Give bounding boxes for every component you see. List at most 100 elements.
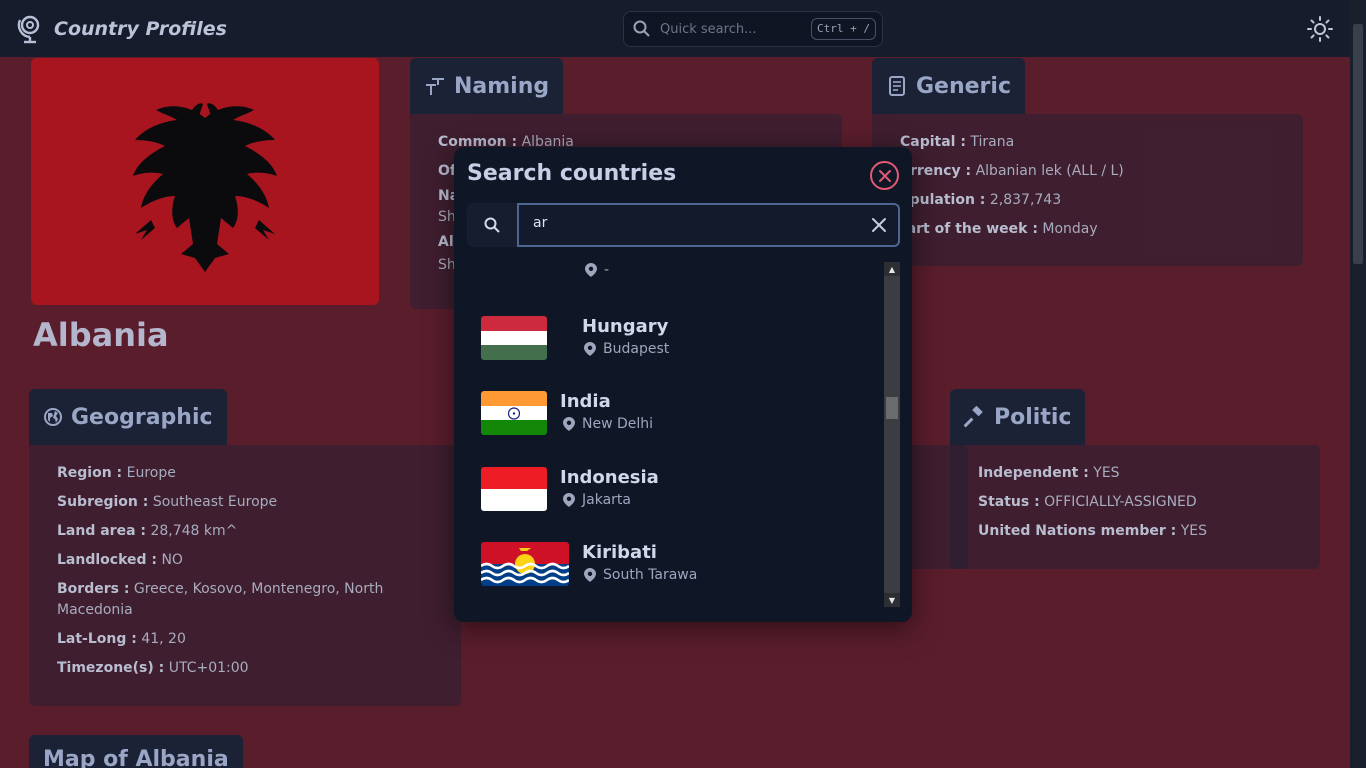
geographic-row-value: NO bbox=[161, 552, 183, 568]
results-scrollbar-thumb[interactable] bbox=[886, 397, 898, 419]
tab-map-label: Map of Albania bbox=[43, 747, 229, 768]
result-capital: South Tarawa bbox=[584, 567, 697, 583]
quick-search-placeholder: Quick search... bbox=[660, 21, 757, 37]
geographic-row-value: Europe bbox=[126, 465, 176, 481]
close-icon bbox=[878, 169, 891, 182]
geographic-row-value: UTC+01:00 bbox=[168, 660, 249, 676]
list-item[interactable]: India New Delhi bbox=[467, 383, 867, 445]
tab-geographic-label: Geographic bbox=[71, 404, 213, 430]
politic-card: Independent : YES Status : OFFICIALLY-AS… bbox=[950, 445, 1320, 569]
result-capital-text: South Tarawa bbox=[603, 567, 698, 583]
tab-generic-label: Generic bbox=[916, 73, 1011, 99]
result-name: Kiribati bbox=[582, 542, 657, 563]
politic-row: Independent : YES bbox=[978, 459, 1292, 488]
india-flag bbox=[481, 391, 547, 435]
generic-row-value: Monday bbox=[1042, 221, 1098, 237]
generic-row: opulation : 2,837,743 bbox=[900, 186, 1275, 215]
list-item[interactable]: - bbox=[467, 262, 867, 284]
tab-generic: Generic bbox=[872, 58, 1025, 114]
quick-search-button[interactable]: Quick search... Ctrl + / bbox=[623, 11, 883, 47]
tab-politic: Politic bbox=[950, 389, 1086, 445]
geographic-row-label: Land area : bbox=[57, 523, 146, 539]
sun-icon[interactable] bbox=[1306, 15, 1334, 43]
geographic-row-label: Timezone(s) : bbox=[57, 660, 165, 676]
politic-row-value: YES bbox=[1180, 523, 1207, 539]
top-header: Country Profiles Quick search... Ctrl + … bbox=[0, 0, 1350, 57]
geographic-row: Subregion : Southeast Europe bbox=[57, 488, 433, 517]
country-search-field[interactable] bbox=[517, 203, 900, 247]
location-pin-icon bbox=[563, 493, 575, 507]
politic-row-label: Status : bbox=[978, 494, 1040, 510]
result-capital-text: Budapest bbox=[603, 341, 670, 357]
country-search-input[interactable] bbox=[533, 215, 853, 231]
search-results-list[interactable]: - Hungary Budapest India New Delhi Indon… bbox=[467, 262, 900, 607]
generic-row-label: opulation : bbox=[900, 192, 986, 208]
geographic-row: Lat-Long : 41, 20 bbox=[57, 625, 433, 654]
politic-row-value: OFFICIALLY-ASSIGNED bbox=[1044, 494, 1197, 510]
text-format-icon bbox=[426, 78, 444, 95]
modal-title: Search countries bbox=[467, 161, 677, 186]
result-capital: Budapest bbox=[584, 341, 669, 357]
kiribati-flag-graphic bbox=[481, 542, 569, 586]
albanian-eagle-icon bbox=[133, 103, 277, 272]
result-capital-text: - bbox=[604, 262, 610, 278]
location-pin-icon bbox=[584, 568, 596, 582]
result-name: India bbox=[560, 391, 611, 412]
kiribati-flag bbox=[481, 542, 569, 586]
geographic-row: Borders : Greece, Kosovo, Montenegro, No… bbox=[57, 579, 397, 621]
result-name: Hungary bbox=[582, 316, 669, 337]
search-icon bbox=[633, 20, 650, 37]
generic-row-value: 2,837,743 bbox=[989, 192, 1062, 208]
globe-logo-icon bbox=[17, 15, 40, 43]
geographic-row-value: Southeast Europe bbox=[152, 494, 278, 510]
country-flag bbox=[31, 58, 379, 305]
geographic-row: Landlocked : NO bbox=[57, 546, 433, 575]
politic-row-label: United Nations member : bbox=[978, 523, 1177, 539]
app-title: Country Profiles bbox=[54, 17, 227, 40]
country-search-row bbox=[467, 203, 900, 247]
politic-row-label: Independent : bbox=[978, 465, 1089, 481]
generic-card: Capital : Tirana urrency : Albanian lek … bbox=[872, 114, 1303, 266]
list-item[interactable]: Kiribati South Tarawa bbox=[467, 534, 867, 596]
scroll-down-arrow-icon[interactable]: ▼ bbox=[884, 593, 900, 607]
document-icon bbox=[889, 76, 905, 96]
modal-close-button[interactable] bbox=[870, 161, 899, 190]
tab-map: Map of Albania bbox=[29, 735, 243, 768]
page-scrollbar-thumb[interactable] bbox=[1353, 24, 1363, 264]
generic-row: tart of the week : Monday bbox=[900, 215, 1275, 244]
result-capital: Jakarta bbox=[563, 492, 631, 508]
scroll-up-arrow-icon[interactable]: ▲ bbox=[884, 262, 900, 276]
location-pin-icon bbox=[584, 342, 596, 356]
clear-search-icon[interactable] bbox=[870, 216, 888, 234]
search-countries-modal: Search countries - bbox=[454, 147, 912, 622]
keyboard-shortcut-badge: Ctrl + / bbox=[811, 18, 876, 40]
page-scrollbar[interactable] bbox=[1350, 0, 1366, 768]
geographic-row: Land area : 28,748 km^ bbox=[57, 517, 433, 546]
politic-row: United Nations member : YES bbox=[978, 517, 1292, 546]
generic-row: Capital : Tirana bbox=[900, 128, 1275, 157]
politic-row-value: YES bbox=[1093, 465, 1120, 481]
results-scrollbar[interactable]: ▲ ▼ bbox=[884, 262, 900, 607]
list-item[interactable]: Hungary Budapest bbox=[467, 308, 867, 370]
tab-naming-label: Naming bbox=[454, 73, 550, 99]
generic-row-value: Tirana bbox=[970, 134, 1015, 150]
ashoka-chakra-icon bbox=[507, 407, 521, 420]
result-capital-text: Jakarta bbox=[582, 492, 631, 508]
geographic-row-value: 41, 20 bbox=[141, 631, 186, 647]
gavel-icon bbox=[964, 406, 983, 428]
tab-naming: Naming bbox=[410, 58, 564, 114]
generic-row-value: Albanian lek (ALL / L) bbox=[975, 163, 1124, 179]
country-name-heading: Albania bbox=[33, 316, 169, 354]
politic-row: Status : OFFICIALLY-ASSIGNED bbox=[978, 488, 1292, 517]
geographic-row-value: 28,748 km^ bbox=[150, 523, 238, 539]
location-pin-icon bbox=[563, 417, 575, 431]
geographic-row-label: Lat-Long : bbox=[57, 631, 137, 647]
search-addon bbox=[467, 203, 517, 247]
result-capital: New Delhi bbox=[563, 416, 653, 432]
naming-partial-label: Al bbox=[438, 234, 454, 250]
generic-row: urrency : Albanian lek (ALL / L) bbox=[900, 157, 1275, 186]
result-capital-text: New Delhi bbox=[582, 416, 654, 432]
geographic-row: Timezone(s) : UTC+01:00 bbox=[57, 654, 433, 683]
list-item[interactable]: Indonesia Jakarta bbox=[467, 459, 867, 521]
brand[interactable]: Country Profiles bbox=[16, 14, 227, 44]
